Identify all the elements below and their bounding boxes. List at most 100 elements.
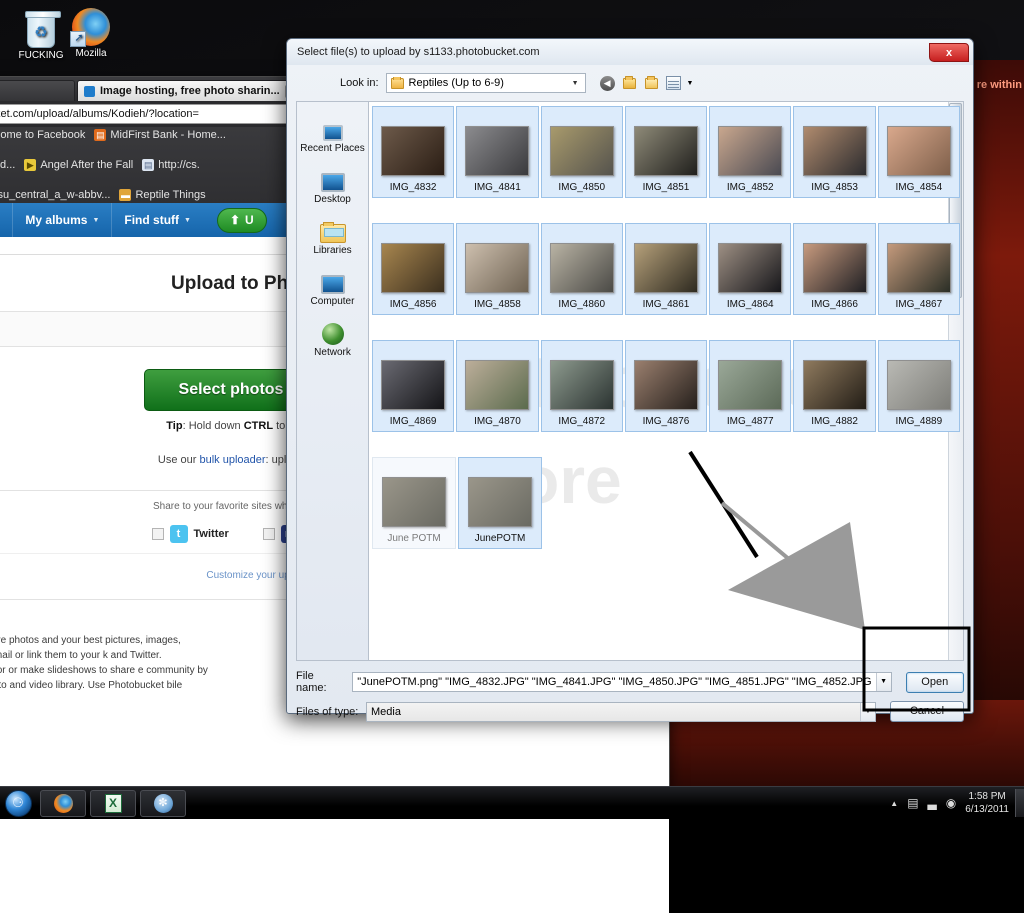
up-folder-button[interactable]	[621, 75, 638, 92]
nav-upload-button[interactable]: ⬆ U	[217, 208, 267, 233]
footer-paragraph: o store, create and share photos and you…	[0, 633, 215, 708]
file-name-label: IMG_4853	[811, 182, 858, 193]
file-item[interactable]: JunePOTM	[458, 457, 542, 549]
file-thumbnail	[718, 126, 782, 176]
file-thumbnail	[803, 126, 867, 176]
taskbar-paint[interactable]: ✼	[140, 790, 186, 817]
file-thumbnail	[465, 360, 529, 410]
cancel-button[interactable]: Cancel	[890, 701, 964, 722]
place-computer[interactable]: Computer	[297, 263, 368, 314]
file-item[interactable]: IMG_4851	[625, 106, 707, 198]
file-thumbnail	[718, 360, 782, 410]
chevron-down-icon[interactable]: ▼	[876, 673, 891, 691]
file-thumbnail	[718, 243, 782, 293]
desktop-icon-firefox[interactable]: ➚ Mozilla	[56, 4, 126, 59]
file-item[interactable]: IMG_4864	[709, 223, 791, 315]
open-button[interactable]: Open	[906, 672, 964, 693]
filename-input[interactable]: "JunePOTM.png" "IMG_4832.JPG" "IMG_4841.…	[352, 672, 891, 692]
share-option-twitter[interactable]: t Twitter	[152, 525, 229, 543]
file-item[interactable]: IMG_4856	[372, 223, 454, 315]
file-item[interactable]: IMG_4877	[709, 340, 791, 432]
twitter-checkbox[interactable]	[152, 528, 164, 540]
bulk-prefix: Use our	[158, 454, 200, 466]
close-icon[interactable]: x	[929, 43, 969, 62]
place-desktop[interactable]: Desktop	[297, 161, 368, 212]
place-libraries[interactable]: Libraries	[297, 212, 368, 263]
file-name-label: IMG_4858	[474, 299, 521, 310]
file-name-label: IMG_4856	[390, 299, 437, 310]
place-recent-places[interactable]: Recent Places	[297, 110, 368, 161]
twitter-icon: t	[170, 525, 188, 543]
network-icon[interactable]: ▤	[907, 796, 918, 810]
show-desktop-button[interactable]	[1015, 789, 1024, 817]
file-item[interactable]: IMG_4870	[456, 340, 538, 432]
chevron-down-icon: ▼	[92, 217, 99, 224]
computer-icon	[297, 268, 368, 294]
file-name-label: IMG_4889	[895, 416, 942, 427]
volume-icon[interactable]: ◉	[946, 796, 956, 810]
nav-find-stuff[interactable]: Find stuff ▼	[111, 203, 203, 237]
file-item[interactable]: IMG_4860	[541, 223, 623, 315]
bookmark-item[interactable]: ▤ http://cs.	[142, 159, 200, 171]
lookin-dropdown[interactable]: Reptiles (Up to 6-9) ▼	[386, 73, 586, 93]
bookmark-item[interactable]: ● Daily activities - Guild...	[0, 159, 15, 171]
file-item[interactable]: IMG_4858	[456, 223, 538, 315]
bookmark-label: Reptile Things	[135, 189, 205, 201]
new-folder-button[interactable]	[643, 75, 660, 92]
bookmark-item[interactable]: ▤ MidFirst Bank - Home...	[94, 129, 226, 141]
views-dropdown-caret[interactable]: ▼	[687, 80, 694, 87]
taskbar-excel[interactable]: X	[90, 790, 136, 817]
desktop-icon-label: Mozilla	[56, 48, 126, 59]
file-upload-dialog: Select file(s) to upload by s1133.photob…	[286, 38, 974, 714]
signal-icon[interactable]: ▃	[928, 796, 937, 810]
paint-icon: ✼	[154, 794, 173, 813]
bookmark-label: Angel After the Fall	[40, 159, 133, 171]
dialog-titlebar[interactable]: Select file(s) to upload by s1133.photob…	[287, 39, 973, 65]
file-name-label: IMG_4850	[558, 182, 605, 193]
file-thumbnail	[550, 360, 614, 410]
file-item[interactable]: IMG_4866	[793, 223, 875, 315]
filetype-dropdown[interactable]: Media ▼	[366, 702, 876, 722]
start-button[interactable]: ⚆	[0, 788, 36, 818]
file-item[interactable]: IMG_4853	[793, 106, 875, 198]
nav-my-albums[interactable]: My albums ▼	[12, 203, 111, 237]
footer-text: o store, create and share photos and you…	[0, 635, 208, 706]
recent-places-icon	[297, 115, 368, 141]
file-name-label: IMG_4841	[474, 182, 521, 193]
file-item[interactable]: IMG_4850	[541, 106, 623, 198]
bookmark-item[interactable]: f Welcome to Facebook	[0, 129, 85, 141]
file-item[interactable]: IMG_4872	[541, 340, 623, 432]
file-list[interactable]: otobucket ore IMG_4832IMG_4841IMG_4850IM…	[368, 101, 964, 661]
file-item[interactable]: IMG_4882	[793, 340, 875, 432]
place-network[interactable]: Network	[297, 314, 368, 365]
bookmark-item[interactable]: ▶ Angel After the Fall	[24, 159, 133, 171]
bookmark-item[interactable]: ◎ osu_central_a_w-abbv...	[0, 189, 110, 201]
filetype-row: Files of type: Media ▼ Cancel	[296, 701, 964, 722]
file-item[interactable]: IMG_4889	[878, 340, 960, 432]
file-name-label: IMG_4854	[895, 182, 942, 193]
clock[interactable]: 1:58 PM 6/13/2011	[965, 790, 1009, 816]
chevron-down-icon[interactable]: ▼	[860, 703, 875, 721]
file-item[interactable]: IMG_4861	[625, 223, 707, 315]
file-name-label: IMG_4864	[727, 299, 774, 310]
myspace-checkbox[interactable]	[263, 528, 275, 540]
file-row: IMG_4869IMG_4870IMG_4872IMG_4876IMG_4877…	[369, 336, 963, 436]
file-item[interactable]: IMG_4867	[878, 223, 960, 315]
file-item[interactable]: June POTM	[372, 457, 456, 549]
file-item[interactable]: IMG_4854	[878, 106, 960, 198]
bookmark-label: Daily activities - Guild...	[0, 159, 15, 171]
bulk-uploader-link[interactable]: bulk uploader	[199, 454, 265, 466]
file-item[interactable]: IMG_4876	[625, 340, 707, 432]
taskbar-firefox[interactable]	[40, 790, 86, 817]
file-item[interactable]: IMG_4852	[709, 106, 791, 198]
show-hidden-icons-button[interactable]: ▲	[890, 799, 898, 808]
file-item[interactable]: IMG_4832	[372, 106, 454, 198]
file-item[interactable]: IMG_4869	[372, 340, 454, 432]
bookmark-item[interactable]: ▬ Reptile Things	[119, 189, 205, 201]
file-item[interactable]: IMG_4841	[456, 106, 538, 198]
back-button[interactable]: ◀	[599, 75, 616, 92]
nav-my-home[interactable]: My home ▼	[0, 203, 12, 237]
browser-tab[interactable]: post! ✕	[0, 80, 75, 101]
browser-tab-active[interactable]: Image hosting, free photo sharin... ✕	[77, 80, 307, 101]
views-button[interactable]	[665, 75, 682, 92]
